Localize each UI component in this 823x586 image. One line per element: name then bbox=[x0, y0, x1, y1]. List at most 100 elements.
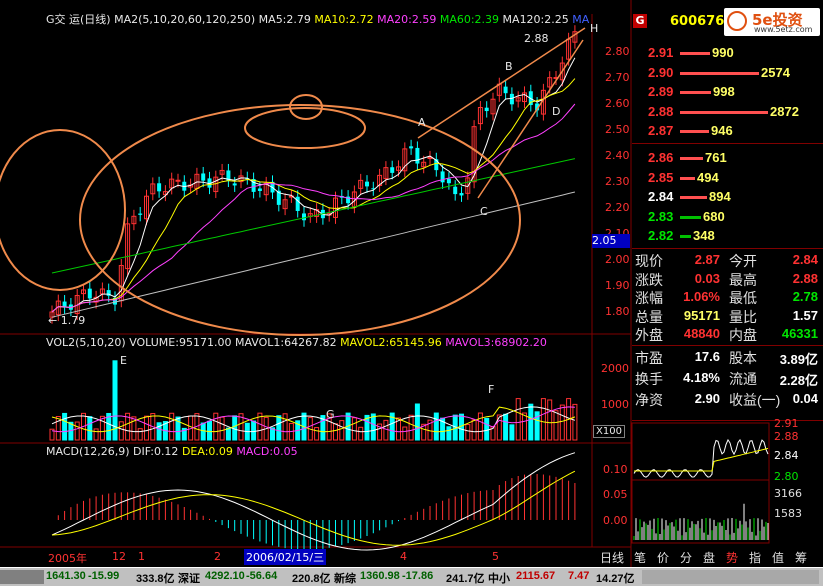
quote-fundamental-0-label-right: 股本 bbox=[729, 350, 757, 366]
order-price: 2.82 bbox=[648, 228, 674, 243]
date-4: 4 bbox=[400, 550, 407, 563]
ma-line bbox=[51, 158, 576, 274]
macd-line bbox=[51, 470, 576, 546]
sell-level-3[interactable]: 2.89 998 bbox=[632, 83, 822, 101]
price-axis-label: 2.50 bbox=[605, 123, 630, 136]
vol-unit[interactable]: X100 bbox=[593, 425, 625, 438]
chart-title: G交 运(日线) bbox=[46, 13, 111, 26]
volume-bar bbox=[74, 421, 80, 441]
order-volume-bar bbox=[680, 215, 701, 219]
quote-fundamental-2-value-left: 2.90 bbox=[694, 391, 720, 406]
volume-bar bbox=[446, 426, 452, 441]
sell-level-2[interactable]: 2.88 2872 bbox=[632, 103, 822, 121]
order-volume: 2872 bbox=[770, 103, 799, 119]
idx4-name[interactable]: 中小 bbox=[488, 570, 510, 586]
chart-header: G交 运(日线) MA2(5,10,20,60,120,250) MA5:2.7… bbox=[46, 11, 589, 27]
buy-level-1[interactable]: 2.86 761 bbox=[632, 149, 822, 167]
ma60-value: MA60:2.39 bbox=[439, 13, 500, 26]
volume-bar bbox=[358, 426, 364, 441]
buy-level-4[interactable]: 2.83 680 bbox=[632, 208, 822, 226]
idx2-name[interactable]: 深证 bbox=[178, 570, 200, 586]
tab-ticks[interactable]: 笔 bbox=[634, 549, 646, 566]
idx3-name[interactable]: 新综 bbox=[334, 570, 356, 586]
status-scroll-area[interactable] bbox=[642, 570, 819, 584]
order-volume: 348 bbox=[693, 228, 715, 243]
price-axis-label: 2.40 bbox=[605, 149, 630, 162]
quote-stat-4-label-right: 内盘 bbox=[729, 327, 757, 343]
idx1-value: 1641.30 bbox=[46, 570, 86, 582]
quote-fundamental-2-label-left: 净资 bbox=[635, 392, 663, 408]
quote-separator bbox=[632, 143, 823, 144]
quote-stat-2-value-right: 2.78 bbox=[792, 289, 818, 304]
volume-bar bbox=[383, 419, 389, 441]
volume-bar bbox=[225, 427, 231, 441]
candle-body bbox=[484, 107, 489, 112]
macd-axis-010: 0.10 bbox=[603, 463, 628, 476]
mini-chart-frame bbox=[631, 422, 770, 544]
volume-bar bbox=[572, 403, 578, 441]
volume-bar bbox=[282, 413, 288, 441]
trendline-upper bbox=[417, 27, 586, 139]
sell-level-4[interactable]: 2.90 2574 bbox=[632, 64, 822, 82]
quote-stat-2-label-left: 涨幅 bbox=[635, 290, 663, 306]
macd-axis-000: 0.00 bbox=[603, 514, 628, 527]
volume-bar bbox=[351, 417, 357, 441]
stock-code: 600676 bbox=[670, 14, 725, 29]
mavol3-value: MAVOL3:68902.20 bbox=[445, 336, 547, 349]
price-axis-label: 2.00 bbox=[605, 253, 630, 266]
candle-body bbox=[440, 171, 445, 183]
quote-header: G 600676 5e投资 www.5etz.com bbox=[632, 8, 822, 36]
tab-board[interactable]: 盘 bbox=[703, 549, 715, 566]
status-index-icon[interactable] bbox=[0, 570, 44, 584]
idx3-value: 1360.98 bbox=[360, 570, 400, 582]
idx4-amount: 14.27亿 bbox=[596, 573, 635, 585]
tab-price[interactable]: 价 bbox=[657, 549, 669, 566]
volume-bar bbox=[553, 410, 559, 441]
idx3-amount: 241.7亿 bbox=[446, 573, 485, 585]
volume-bar bbox=[414, 403, 420, 441]
quote-stat-0-label-right: 今开 bbox=[729, 253, 757, 269]
tab-trend[interactable]: 势 bbox=[726, 549, 738, 566]
volume-bar bbox=[528, 403, 534, 441]
quote-fundamental-1-value-right: 2.28亿 bbox=[779, 373, 818, 388]
candle-body bbox=[175, 179, 181, 182]
order-price: 2.87 bbox=[648, 123, 674, 138]
idx2-value: 4292.10 bbox=[205, 570, 245, 582]
quote-stat-2-label-right: 最低 bbox=[729, 290, 757, 306]
candle-body bbox=[446, 178, 451, 184]
volume-bar bbox=[99, 415, 105, 441]
candle-body bbox=[87, 288, 92, 299]
quote-stat-3-value-left: 95171 bbox=[683, 307, 720, 323]
date-12: 12 bbox=[112, 550, 126, 563]
macd-label: MACD(12,26,9) bbox=[46, 445, 130, 458]
date-5: 5 bbox=[492, 550, 499, 563]
sell-level-1[interactable]: 2.87 946 bbox=[632, 122, 822, 140]
volume-bar bbox=[169, 412, 175, 441]
price-axis-label: 1.80 bbox=[605, 305, 630, 318]
tab-value[interactable]: 值 bbox=[772, 549, 784, 566]
candle-body bbox=[409, 146, 414, 149]
order-volume-bar bbox=[680, 157, 703, 160]
volume-bar bbox=[559, 404, 565, 441]
price-axis-label: 2.20 bbox=[605, 201, 630, 214]
tab-chips[interactable]: 筹 bbox=[795, 549, 807, 566]
macd-line bbox=[51, 452, 576, 551]
quote-stat-4-label-left: 外盘 bbox=[635, 327, 663, 343]
point-g-label: G bbox=[326, 408, 335, 421]
buy-level-3[interactable]: 2.84 894 bbox=[632, 188, 822, 206]
tab-daily[interactable]: 日线 bbox=[600, 549, 624, 566]
idx2-change: -56.64 bbox=[246, 570, 278, 582]
idx4-value: 2115.67 bbox=[516, 570, 556, 582]
volume-bar bbox=[251, 420, 257, 441]
volume-bar bbox=[471, 419, 477, 441]
quote-stat-3-label-left: 总量 bbox=[635, 308, 663, 325]
tab-minute[interactable]: 分 bbox=[680, 549, 692, 566]
volume-bar bbox=[213, 412, 219, 441]
buy-level-2[interactable]: 2.85 494 bbox=[632, 169, 822, 187]
sell-level-5[interactable]: 2.91 990 bbox=[632, 44, 822, 62]
volume-bar bbox=[93, 428, 99, 441]
buy-level-5[interactable]: 2.82 348 bbox=[632, 227, 822, 245]
point-f-label: F bbox=[488, 383, 495, 396]
candle-body bbox=[257, 188, 262, 191]
tab-index[interactable]: 指 bbox=[749, 549, 761, 566]
